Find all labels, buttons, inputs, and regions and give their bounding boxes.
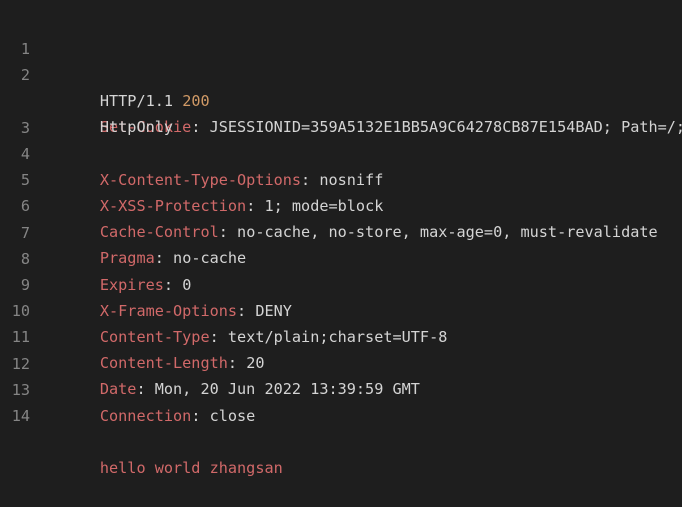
header-line-set-cookie: 2 Set-Cookie: JSESSIONID=359A5132E1BB5A9…	[0, 36, 682, 136]
line-number: 14	[11, 407, 30, 425]
status-line: 1 HTTP/1.1 200	[0, 10, 682, 110]
header-line-continuation: HttpOnly	[0, 62, 682, 136]
header-line-x-frame-options: 8 X-Frame-Options: DENY	[0, 220, 682, 320]
header-line-content-length: 10 Content-Length: 20	[0, 272, 682, 372]
header-line-cache-control: 5 Cache-Control: no-cache, no-store, max…	[0, 141, 682, 241]
response-body-line: 14 hello world zhangsan	[0, 377, 682, 477]
header-line-content-type: 9 Content-Type: text/plain;charset=UTF-8	[0, 246, 682, 346]
empty-line: 13	[0, 351, 682, 399]
header-line-expires: 7 Expires: 0	[0, 194, 682, 294]
header-line-date: 11 Date: Mon, 20 Jun 2022 13:39:59 GMT	[0, 298, 682, 398]
header-line-x-content-type-options: 3 X-Content-Type-Options: nosniff	[0, 89, 682, 189]
header-line-pragma: 6 Pragma: no-cache	[0, 167, 682, 267]
header-line-x-xss-protection: 4 X-XSS-Protection: 1; mode=block	[0, 115, 682, 215]
http-response-editor[interactable]: 1 HTTP/1.1 200 2 Set-Cookie: JSESSIONID=…	[0, 0, 682, 477]
response-body: hello world zhangsan	[99, 459, 283, 477]
header-line-connection: 12 Connection: close	[0, 325, 682, 425]
